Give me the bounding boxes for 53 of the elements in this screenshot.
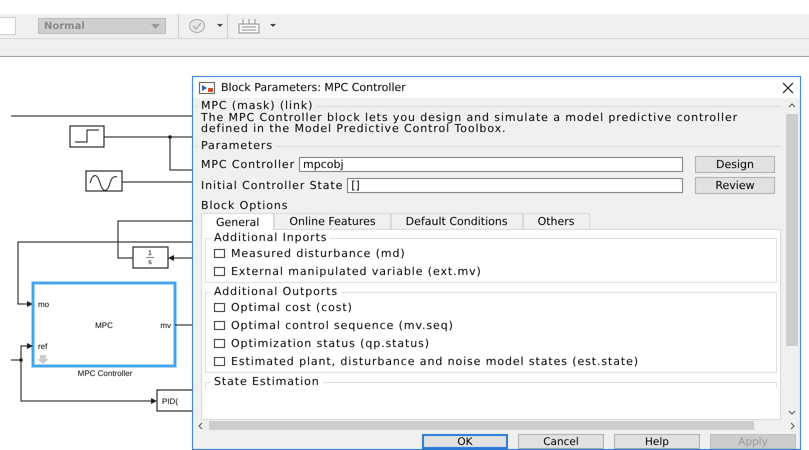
block-label: MPC bbox=[95, 321, 113, 330]
group-heading: Additional Outports bbox=[213, 286, 340, 298]
block-caption: MPC Controller bbox=[78, 369, 132, 378]
block-description: The MPC Controller block lets you design and simulate a model predictive controller defined in the Model Predictive Control Toolbox. bbox=[201, 112, 740, 134]
port-label: ref bbox=[38, 342, 48, 351]
dialog-title: Block Parameters: MPC Controller bbox=[221, 81, 407, 94]
close-icon[interactable] bbox=[782, 82, 794, 94]
dialog-button[interactable]: Help bbox=[614, 434, 700, 449]
options-tab[interactable]: Online Features bbox=[274, 213, 391, 229]
signal-line bbox=[174, 324, 192, 326]
group-heading: Block Options bbox=[200, 200, 290, 212]
options-tab[interactable]: Default Conditions bbox=[390, 213, 523, 229]
group-heading: Additional Inports bbox=[213, 232, 328, 244]
parameter-button[interactable]: Review bbox=[695, 177, 775, 194]
check-toolbar-button[interactable] bbox=[189, 19, 223, 33]
checkbox[interactable] bbox=[214, 338, 225, 348]
scroll-left-icon[interactable] bbox=[197, 422, 205, 430]
grid-toolbar-button[interactable] bbox=[238, 18, 278, 34]
mpc-block[interactable] bbox=[32, 282, 176, 368]
parameter-field[interactable]: mpcobj bbox=[299, 157, 683, 172]
checkbox[interactable] bbox=[214, 266, 225, 276]
checkbox-label: Optimal cost (cost) bbox=[231, 300, 353, 314]
block-icon bbox=[199, 82, 215, 94]
dialog-button[interactable]: OK bbox=[422, 434, 508, 449]
parameter-field[interactable]: [] bbox=[347, 178, 683, 193]
checkbox[interactable] bbox=[214, 320, 225, 330]
port-label: mv bbox=[160, 321, 171, 330]
options-tab[interactable]: Others bbox=[522, 213, 590, 229]
checkbox-label: Estimated plant, disturbance and noise model states (est.state) bbox=[231, 354, 639, 368]
checkbox-label: External manipulated variable (ext.mv) bbox=[231, 264, 482, 278]
dialog-button[interactable]: Cancel bbox=[518, 434, 604, 449]
down-arrow-icon bbox=[37, 355, 49, 364]
checkbox[interactable] bbox=[214, 248, 225, 258]
group-heading: Parameters bbox=[200, 140, 274, 152]
checkbox-label: Measured disturbance (md) bbox=[231, 246, 406, 260]
checkbox[interactable] bbox=[214, 356, 225, 366]
block-label: PID( bbox=[162, 397, 178, 406]
group-heading: MPC (mask) (link) bbox=[200, 100, 314, 112]
checkbox-label: Optimal control sequence (mv.seq) bbox=[231, 318, 454, 332]
options-tab[interactable]: General bbox=[201, 213, 274, 230]
caret-icon bbox=[151, 24, 160, 28]
group-heading: State Estimation bbox=[213, 376, 321, 388]
field-label: Initial Controller State bbox=[201, 179, 344, 192]
checkbox-label: Optimization status (qp.status) bbox=[231, 336, 430, 350]
scroll-right-icon[interactable] bbox=[788, 422, 796, 430]
integrator-block bbox=[132, 246, 169, 269]
step-block bbox=[69, 125, 105, 148]
checkbox[interactable] bbox=[214, 302, 225, 312]
parameter-button[interactable]: Design bbox=[695, 156, 775, 173]
field-label: MPC Controller bbox=[201, 158, 296, 171]
toolbar-field[interactable] bbox=[0, 17, 16, 35]
sine-wave-block bbox=[85, 170, 123, 192]
port-label: mo bbox=[38, 300, 50, 309]
